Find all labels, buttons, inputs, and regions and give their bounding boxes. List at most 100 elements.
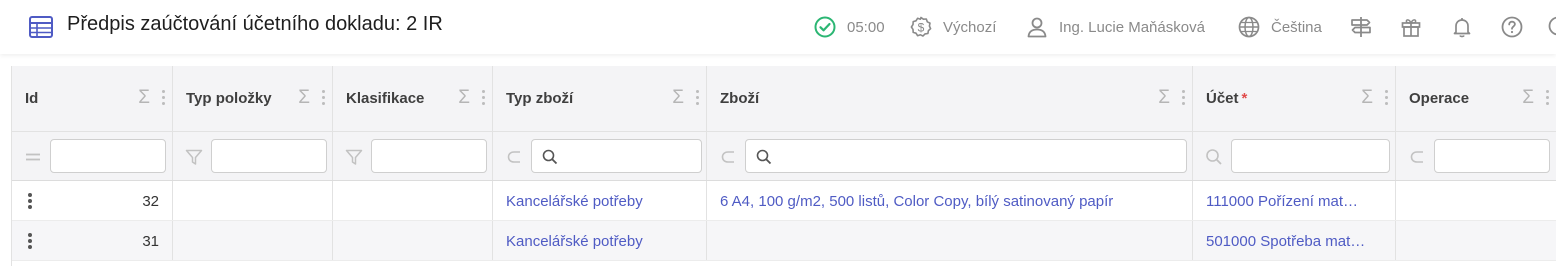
column-menu-icon[interactable] xyxy=(1546,90,1550,108)
sum-icon[interactable]: Σ xyxy=(1522,87,1534,109)
grid-filter-row xyxy=(12,132,1556,181)
filter-input-operace[interactable] xyxy=(1434,139,1550,173)
column-header-zbozi[interactable]: Zboží Σ xyxy=(707,66,1193,131)
filter-cell-typ-polozky xyxy=(173,132,333,180)
zbozi-link[interactable]: 6 A4, 100 g/m2, 500 listů, Color Copy, b… xyxy=(720,193,1113,210)
filter-input-ucet[interactable] xyxy=(1231,139,1390,173)
table-row[interactable]: 31 Kancelářské potřeby 501000 Spotřeba m… xyxy=(12,221,1556,261)
globe-icon xyxy=(1238,16,1260,38)
filter-input-typ-zbozi[interactable] xyxy=(531,139,702,173)
filter-cell-ucet xyxy=(1193,132,1396,180)
column-menu-icon[interactable] xyxy=(1182,90,1186,108)
cell-ucet: 501000 Spotřeba mat… xyxy=(1193,221,1396,260)
column-header-klasifikace[interactable]: Klasifikace Σ xyxy=(333,66,493,131)
sum-icon[interactable]: Σ xyxy=(672,87,684,109)
top-bar: Předpis zaúčtování účetního dokladu: 2 I… xyxy=(0,0,1556,54)
column-menu-icon[interactable] xyxy=(162,90,166,108)
search-icon xyxy=(542,149,558,165)
column-header-label: Účet * xyxy=(1206,90,1247,107)
column-menu-icon[interactable] xyxy=(322,90,326,108)
column-header-label: Klasifikace xyxy=(346,90,425,107)
column-header-typ-polozky[interactable]: Typ položky Σ xyxy=(173,66,333,131)
typ-zbozi-link[interactable]: Kancelářské potřeby xyxy=(506,193,643,210)
cell-typ-polozky xyxy=(173,221,333,260)
ucet-link[interactable]: 111000 Pořízení mat… xyxy=(1206,193,1358,210)
signpost-icon[interactable] xyxy=(1349,15,1373,39)
funnel-icon[interactable] xyxy=(345,148,363,166)
column-header-label-text: Účet xyxy=(1206,90,1239,107)
required-marker: * xyxy=(1241,90,1248,107)
column-menu-icon[interactable] xyxy=(482,90,486,108)
row-id: 31 xyxy=(142,233,159,250)
column-header-label: Typ položky xyxy=(186,90,272,107)
sum-icon[interactable]: Σ xyxy=(458,87,470,109)
language-selector[interactable]: Čeština xyxy=(1237,13,1322,41)
filter-input-zbozi[interactable] xyxy=(745,139,1187,173)
cell-klasifikace xyxy=(333,221,493,260)
page-title: Předpis zaúčtování účetního dokladu: 2 I… xyxy=(67,13,443,35)
help-icon[interactable] xyxy=(1500,15,1524,39)
search-icon[interactable] xyxy=(1205,148,1223,166)
search-icon xyxy=(756,149,772,165)
cell-typ-zbozi: Kancelářské potřeby xyxy=(493,181,707,220)
user-icon xyxy=(1027,17,1047,38)
filter-input-klasifikace[interactable] xyxy=(371,139,487,173)
sum-icon[interactable]: Σ xyxy=(138,87,150,109)
subset-icon[interactable] xyxy=(719,148,737,166)
column-header-label: Zboží xyxy=(720,90,760,107)
table-row[interactable]: 32 Kancelářské potřeby 6 A4, 100 g/m2, 5… xyxy=(12,181,1556,221)
row-id: 32 xyxy=(142,193,159,210)
gift-icon[interactable] xyxy=(1399,15,1423,39)
svg-text:$: $ xyxy=(918,21,925,35)
subset-icon[interactable] xyxy=(1408,148,1426,166)
column-menu-icon[interactable] xyxy=(1385,90,1389,108)
filter-cell-klasifikace xyxy=(333,132,493,180)
search-icon[interactable] xyxy=(1547,15,1556,39)
currency-profile-button[interactable]: $ Výchozí xyxy=(909,13,996,41)
sum-icon[interactable]: Σ xyxy=(298,87,310,109)
posting-grid: Id Σ Typ položky Σ Klasifikace Σ Typ zbo… xyxy=(11,66,1556,266)
cell-operace xyxy=(1396,181,1556,220)
column-header-operace[interactable]: Operace Σ xyxy=(1396,66,1556,131)
cell-zbozi xyxy=(707,221,1193,260)
funnel-icon[interactable] xyxy=(185,148,203,166)
filter-cell-zbozi xyxy=(707,132,1193,180)
column-header-label: Operace xyxy=(1409,90,1470,107)
column-menu-icon[interactable] xyxy=(696,90,700,108)
user-menu[interactable]: Ing. Lucie Maňásková xyxy=(1025,13,1205,41)
cell-ucet: 111000 Pořízení mat… xyxy=(1193,181,1396,220)
row-actions-icon[interactable] xyxy=(28,233,32,251)
sum-icon[interactable]: Σ xyxy=(1361,87,1373,109)
cell-id: 32 xyxy=(12,181,173,220)
cell-zbozi: 6 A4, 100 g/m2, 500 listů, Color Copy, b… xyxy=(707,181,1193,220)
cell-typ-polozky xyxy=(173,181,333,220)
grid-header-row: Id Σ Typ položky Σ Klasifikace Σ Typ zbo… xyxy=(12,66,1556,132)
equals-icon[interactable] xyxy=(24,148,42,166)
filter-cell-typ-zbozi xyxy=(493,132,707,180)
check-circle-icon xyxy=(814,16,836,38)
column-header-typ-zbozi[interactable]: Typ zboží Σ xyxy=(493,66,707,131)
timer-value: 05:00 xyxy=(847,18,885,36)
filter-input-id[interactable] xyxy=(50,139,166,173)
language-label: Čeština xyxy=(1271,18,1322,36)
filter-cell-id xyxy=(12,132,173,180)
cell-typ-zbozi: Kancelářské potřeby xyxy=(493,221,707,260)
dollar-coin-icon: $ xyxy=(910,16,932,37)
cell-id: 31 xyxy=(12,221,173,260)
currency-profile-label: Výchozí xyxy=(943,18,997,36)
filter-input-typ-polozky[interactable] xyxy=(211,139,327,173)
user-name: Ing. Lucie Maňásková xyxy=(1059,18,1205,36)
sum-icon[interactable]: Σ xyxy=(1158,87,1170,109)
column-header-id[interactable]: Id Σ xyxy=(12,66,173,131)
session-timer[interactable]: 05:00 xyxy=(813,13,885,41)
typ-zbozi-link[interactable]: Kancelářské potřeby xyxy=(506,233,643,250)
bell-icon[interactable] xyxy=(1450,15,1474,39)
column-header-label: Id xyxy=(25,90,39,107)
table-icon xyxy=(29,16,53,38)
cell-operace xyxy=(1396,221,1556,260)
subset-icon[interactable] xyxy=(505,148,523,166)
ucet-link[interactable]: 501000 Spotřeba mat… xyxy=(1206,233,1365,250)
row-actions-icon[interactable] xyxy=(28,193,32,211)
column-header-label: Typ zboží xyxy=(506,90,574,107)
column-header-ucet[interactable]: Účet * Σ xyxy=(1193,66,1396,131)
